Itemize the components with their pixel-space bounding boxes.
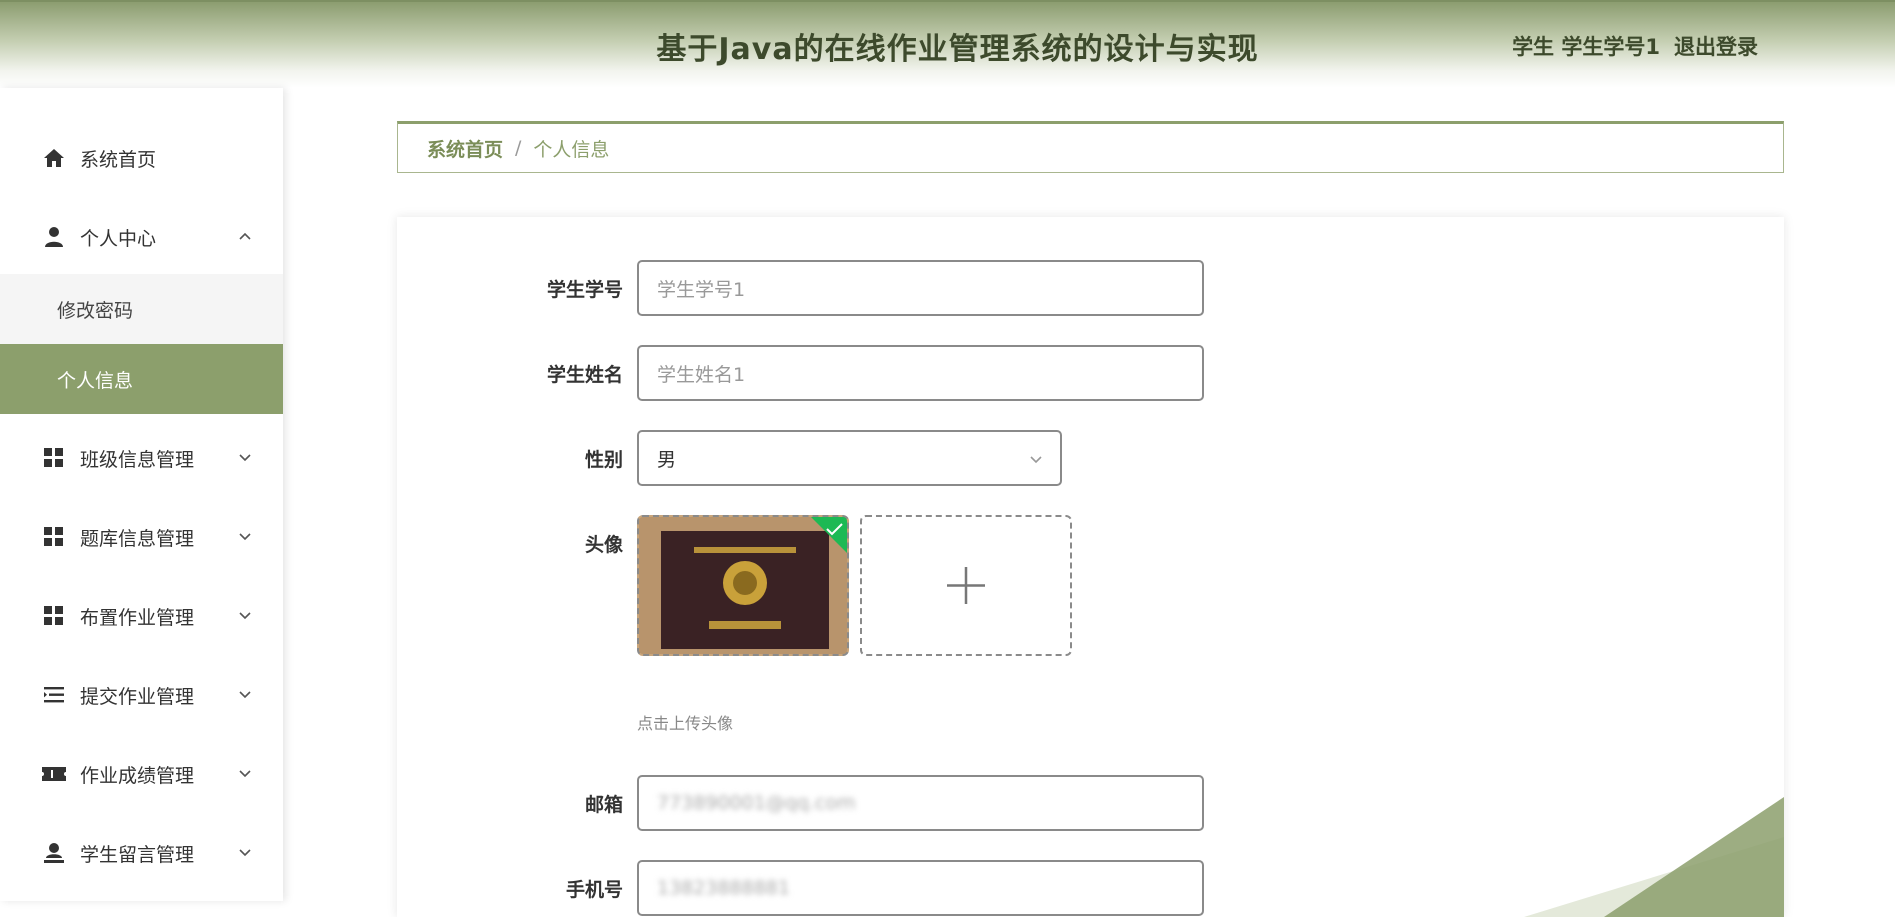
sidebar-item-submit-homework[interactable]: 提交作业管理 xyxy=(0,665,283,725)
chevron-down-icon xyxy=(239,454,251,462)
breadcrumb: 系统首页 / 个人信息 xyxy=(397,121,1784,173)
chevron-down-icon xyxy=(239,612,251,620)
sidebar-item-assign-homework[interactable]: 布置作业管理 xyxy=(0,586,283,646)
avatar-upload-button[interactable] xyxy=(860,515,1072,656)
user-info: 学生 学生学号1 退出登录 xyxy=(1512,31,1758,61)
gender-value: 男 xyxy=(657,448,677,471)
grid-icon xyxy=(42,604,66,628)
sidebar-item-class-info[interactable]: 班级信息管理 xyxy=(0,428,283,488)
sidebar-item-label: 系统首页 xyxy=(80,148,157,171)
sidebar-item-label: 个人信息 xyxy=(57,369,134,392)
plus-icon xyxy=(947,567,985,604)
sidebar-item-home[interactable]: 系统首页 xyxy=(0,128,283,188)
breadcrumb-home-link[interactable]: 系统首页 xyxy=(427,135,503,162)
student-no-input[interactable]: 学生学号1 xyxy=(637,260,1204,316)
gender-label: 性别 xyxy=(584,449,623,471)
student-name-value: 学生姓名1 xyxy=(657,363,746,386)
home-icon xyxy=(42,146,66,170)
sidebar-item-label: 修改密码 xyxy=(57,299,134,322)
profile-form: 学生学号 学生学号1 学生姓名 学生姓名1 性别 男 头像 点击上传头像 邮箱 … xyxy=(397,217,1784,917)
chevron-down-icon xyxy=(239,849,251,857)
sidebar: 系统首页 个人中心 修改密码 个人信息 班级信息管理 题库信息管理 布置作业管理 xyxy=(0,88,283,901)
sidebar-item-label: 提交作业管理 xyxy=(80,685,195,708)
avatar-upload-hint: 点击上传头像 xyxy=(637,714,734,733)
avatar-image[interactable] xyxy=(637,515,849,656)
chevron-down-icon xyxy=(239,691,251,699)
sidebar-item-label: 布置作业管理 xyxy=(80,606,195,629)
user-icon xyxy=(42,225,66,249)
phone-value: 13823888881 xyxy=(657,877,790,899)
phone-input[interactable]: 13823888881 xyxy=(637,860,1204,916)
chevron-down-icon xyxy=(1030,456,1042,464)
current-user-label: 学生 学生学号1 xyxy=(1512,35,1660,59)
phone-label: 手机号 xyxy=(565,879,623,901)
chevron-down-icon xyxy=(239,770,251,778)
decorative-shape xyxy=(1604,797,1784,917)
student-name-label: 学生姓名 xyxy=(546,364,623,386)
certificate-photo xyxy=(639,517,847,654)
breadcrumb-current: 个人信息 xyxy=(533,138,610,161)
sidebar-item-label: 题库信息管理 xyxy=(80,527,195,550)
sidebar-item-label: 学生留言管理 xyxy=(80,843,195,866)
avatar-label: 头像 xyxy=(584,534,623,556)
sidebar-item-personal-center[interactable]: 个人中心 xyxy=(0,207,283,267)
email-value: 773890001@qq.com xyxy=(657,792,856,814)
sidebar-item-change-password[interactable]: 修改密码 xyxy=(0,274,283,344)
sidebar-item-question-bank[interactable]: 题库信息管理 xyxy=(0,507,283,567)
grid-icon xyxy=(42,446,66,470)
sidebar-item-label: 作业成绩管理 xyxy=(80,764,195,787)
sidebar-item-label: 班级信息管理 xyxy=(80,448,195,471)
sidebar-item-personal-info[interactable]: 个人信息 xyxy=(0,344,283,414)
sidebar-item-label: 个人中心 xyxy=(80,227,157,250)
chevron-up-icon xyxy=(239,232,251,240)
email-input[interactable]: 773890001@qq.com xyxy=(637,775,1204,831)
email-label: 邮箱 xyxy=(584,794,623,816)
chevron-down-icon xyxy=(239,533,251,541)
ticket-icon xyxy=(42,762,66,786)
logout-button[interactable]: 退出登录 xyxy=(1674,31,1758,61)
student-no-value: 学生学号1 xyxy=(657,278,746,301)
grid-icon xyxy=(42,525,66,549)
student-no-label: 学生学号 xyxy=(546,279,623,301)
sidebar-item-homework-grades[interactable]: 作业成绩管理 xyxy=(0,744,283,804)
user-stand-icon xyxy=(42,841,66,865)
breadcrumb-separator: / xyxy=(515,137,522,159)
gender-select[interactable]: 男 xyxy=(637,430,1062,486)
student-name-input[interactable]: 学生姓名1 xyxy=(637,345,1204,401)
sidebar-item-student-messages[interactable]: 学生留言管理 xyxy=(0,823,283,883)
top-header: 基于Java的在线作业管理系统的设计与实现 学生 学生学号1 退出登录 xyxy=(0,0,1895,88)
list-icon xyxy=(42,683,66,707)
